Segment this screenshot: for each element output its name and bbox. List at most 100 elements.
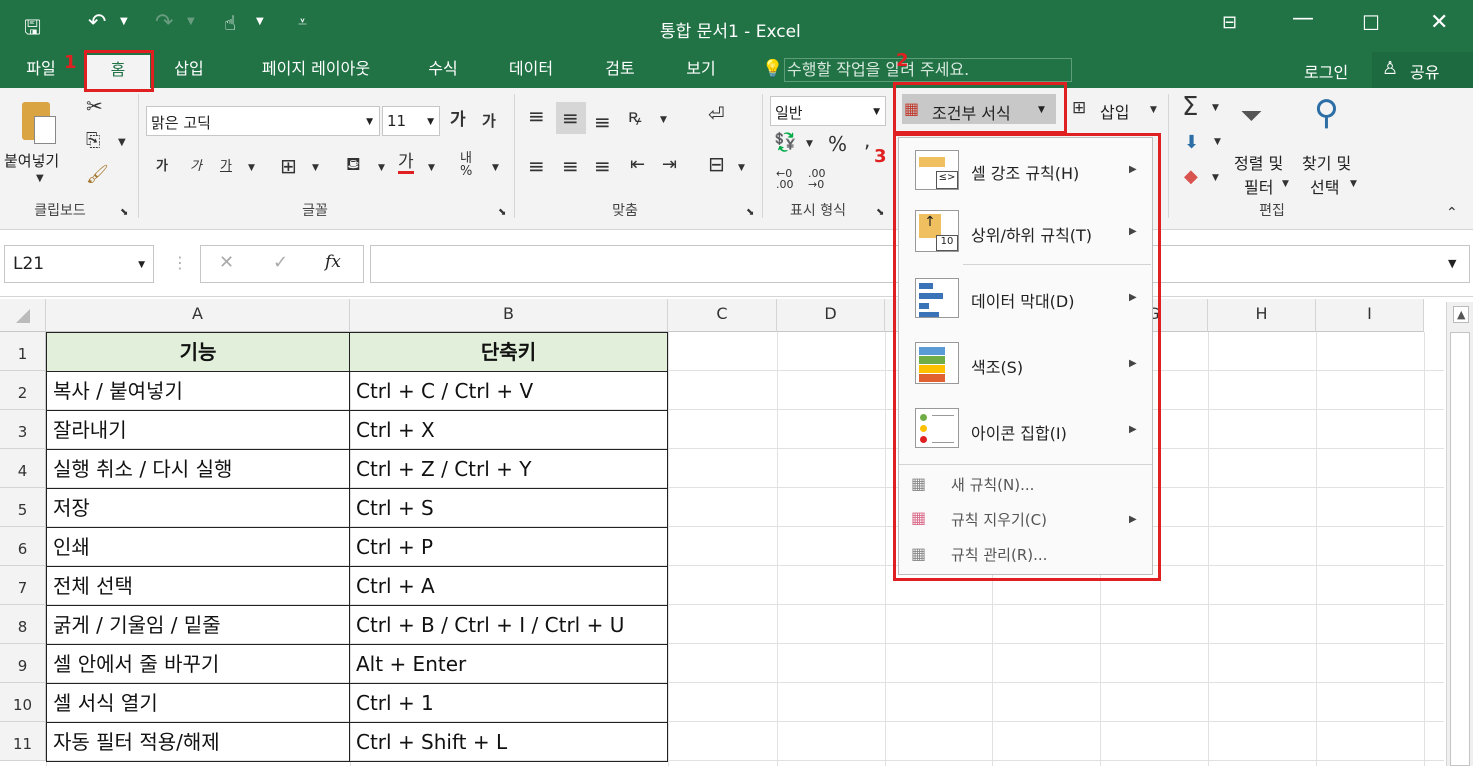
increase-decimal-icon[interactable]: ←0.00 — [776, 168, 794, 190]
table-cell[interactable]: 저장 — [46, 488, 350, 528]
tab-formulas[interactable]: 수식 — [412, 52, 474, 88]
align-right-icon[interactable]: ≡ — [594, 156, 611, 176]
number-format-select[interactable]: 일반 ▼ — [770, 96, 886, 126]
menu-item-clear-rules[interactable]: ▦ 규칙 지우기(C) ▶ — [899, 502, 1152, 538]
sort-filter-icon[interactable]: ⏷ — [1240, 102, 1262, 130]
align-middle-icon[interactable]: ≡ — [562, 108, 579, 128]
table-cell[interactable]: 셀 안에서 줄 바꾸기 — [46, 644, 350, 684]
decrease-font-icon[interactable]: 가 — [482, 114, 496, 129]
fill-dropdown-icon[interactable]: ▼ — [378, 164, 385, 173]
table-cell[interactable]: Ctrl + A — [349, 566, 668, 606]
table-cell[interactable]: 복사 / 붙여넣기 — [46, 371, 350, 411]
insert-cells-label[interactable]: 삽입 — [1100, 99, 1129, 123]
select-all-corner[interactable] — [0, 299, 46, 332]
vertical-scrollbar[interactable]: ▲ — [1446, 302, 1473, 766]
row-header[interactable]: 9 — [0, 644, 46, 683]
undo-dropdown-icon[interactable]: ▼ — [120, 16, 128, 27]
maximize-icon[interactable]: ☐ — [1362, 11, 1380, 35]
underline-dropdown-icon[interactable]: ▼ — [248, 164, 255, 173]
table-cell[interactable]: 전체 선택 — [46, 566, 350, 606]
row-header[interactable]: 3 — [0, 410, 46, 449]
filter-label[interactable]: 필터 — [1244, 174, 1273, 198]
ribbon-display-icon[interactable]: ⊟ — [1222, 12, 1237, 33]
scroll-up-icon[interactable]: ▲ — [1453, 306, 1470, 323]
paste-icon[interactable] — [18, 98, 60, 148]
share-button[interactable]: ♙ 공유 — [1372, 52, 1473, 88]
table-cell[interactable]: 인쇄 — [46, 527, 350, 567]
row-header[interactable]: 1 — [0, 332, 46, 371]
tab-file[interactable]: 파일 — [12, 52, 70, 88]
orientation-icon[interactable]: ꝶ — [628, 108, 642, 126]
table-cell[interactable]: 잘라내기 — [46, 410, 350, 450]
tell-me-input[interactable]: 수행할 작업을 알려 주세요. — [784, 58, 1072, 82]
row-header[interactable]: 6 — [0, 527, 46, 566]
select-label[interactable]: 선택 — [1310, 174, 1339, 198]
customize-qat-icon[interactable]: ⩡ — [298, 12, 307, 32]
name-box[interactable]: L21 ▼ — [4, 245, 154, 283]
font-color-dropdown-icon[interactable]: ▼ — [428, 164, 435, 173]
table-cell[interactable]: 자동 필터 적용/해제 — [46, 722, 350, 762]
align-center-icon[interactable]: ≡ — [562, 156, 579, 176]
number-launcher-icon[interactable]: ⬊ — [876, 208, 884, 218]
column-header[interactable]: H — [1208, 299, 1316, 332]
tab-review[interactable]: 검토 — [588, 52, 652, 88]
increase-font-icon[interactable]: 가 — [450, 112, 466, 129]
paste-label[interactable]: 붙여넣기 — [4, 150, 59, 171]
font-size-select[interactable]: 11 ▼ — [382, 106, 440, 136]
italic-icon[interactable]: 가 — [190, 160, 202, 173]
font-launcher-icon[interactable]: ⬊ — [498, 208, 506, 218]
autosum-icon[interactable]: Σ — [1182, 94, 1198, 120]
cancel-icon[interactable]: ✕ — [219, 252, 234, 273]
insert-function-icon[interactable]: fx — [325, 252, 341, 272]
table-cell[interactable]: Ctrl + B / Ctrl + I / Ctrl + U — [349, 605, 668, 645]
table-cell[interactable]: Ctrl + Z / Ctrl + Y — [349, 449, 668, 489]
sign-in-link[interactable]: 로그인 — [1304, 59, 1348, 83]
tab-home[interactable]: 홈 — [86, 55, 150, 88]
menu-item-highlight-rules[interactable]: ≤> 셀 강조 규칙(H) ▶ — [899, 140, 1152, 202]
tab-page-layout[interactable]: 페이지 레이아웃 — [236, 52, 396, 88]
font-color-icon[interactable]: 가 — [398, 154, 414, 174]
table-cell[interactable]: Ctrl + P — [349, 527, 668, 567]
table-cell[interactable]: Ctrl + 1 — [349, 683, 668, 723]
insert-dropdown-icon[interactable]: ▼ — [1150, 106, 1157, 115]
insert-cells-icon[interactable]: ⊞ — [1072, 100, 1086, 117]
undo-icon[interactable]: ↶ — [88, 10, 106, 35]
touch-dropdown-icon[interactable]: ▼ — [256, 16, 264, 27]
sort-label[interactable]: 정렬 및 — [1234, 150, 1283, 174]
enter-icon[interactable]: ✓ — [273, 252, 288, 273]
column-header[interactable]: D — [777, 299, 885, 332]
table-cell[interactable]: Ctrl + X — [349, 410, 668, 450]
row-header[interactable]: 8 — [0, 605, 46, 644]
font-name-select[interactable]: 맑은 고딕 ▼ — [146, 106, 380, 136]
table-cell[interactable]: Ctrl + S — [349, 488, 668, 528]
table-header-cell[interactable]: 기능 — [46, 332, 350, 372]
wrap-text-icon[interactable]: ⏎ — [708, 104, 725, 124]
clear-icon[interactable]: ◆ — [1184, 168, 1198, 186]
currency-icon[interactable]: 💱 — [774, 134, 796, 152]
row-header[interactable]: 5 — [0, 488, 46, 527]
menu-item-icon-sets[interactable]: 아이콘 집합(I) ▶ — [899, 396, 1152, 462]
align-bottom-icon[interactable]: ≡ — [594, 112, 611, 132]
minimize-icon[interactable]: — — [1292, 6, 1314, 31]
tab-insert[interactable]: 삽입 — [160, 52, 218, 88]
row-header[interactable]: 7 — [0, 566, 46, 605]
table-cell[interactable]: Ctrl + Shift + L — [349, 722, 668, 762]
scroll-thumb[interactable] — [1450, 332, 1470, 766]
table-cell[interactable]: Alt + Enter — [349, 644, 668, 684]
fill-dropdown-icon[interactable]: ▼ — [1214, 138, 1221, 147]
paste-dropdown-icon[interactable]: ▼ — [36, 174, 44, 184]
decrease-decimal-icon[interactable]: .00 →0 — [808, 168, 826, 190]
fill-color-icon[interactable]: ⛾ — [346, 156, 361, 174]
percent-icon[interactable]: % — [828, 134, 847, 154]
align-top-icon[interactable]: ≡ — [528, 106, 545, 126]
underline-icon[interactable]: 가 — [220, 160, 232, 173]
find-select-icon[interactable]: ⚲ — [1314, 96, 1339, 130]
bold-icon[interactable]: 가 — [156, 160, 168, 173]
menu-item-data-bars[interactable]: 데이터 막대(D) ▶ — [899, 266, 1152, 332]
copy-dropdown-icon[interactable]: ▼ — [118, 138, 126, 148]
column-header[interactable]: C — [668, 299, 777, 332]
sort-dropdown-icon[interactable]: ▼ — [1282, 180, 1289, 189]
clear-dropdown-icon[interactable]: ▼ — [1212, 174, 1219, 183]
close-icon[interactable]: ✕ — [1430, 10, 1448, 35]
menu-item-top-bottom-rules[interactable]: ↑ 10 상위/하위 규칙(T) ▶ — [899, 202, 1152, 264]
